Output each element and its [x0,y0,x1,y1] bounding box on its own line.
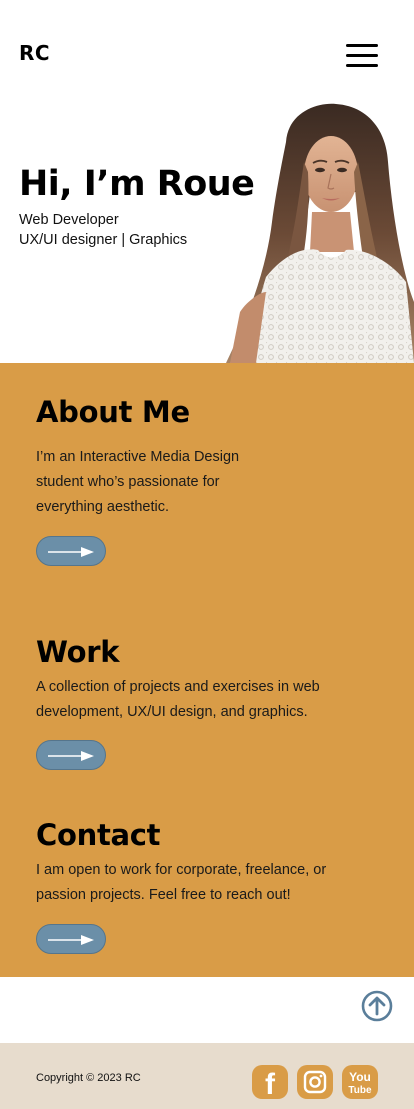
hero-subtitle: Web Developer UX/UI designer | Graphics [19,210,187,250]
youtube-text-bottom: Tube [348,1085,372,1096]
arrow-right-icon [48,751,94,761]
instagram-icon[interactable] [297,1065,333,1099]
site-footer: Copyright © 2023 RC f You Tube [0,1043,414,1109]
main-content: About Me I’m an Interactive Media Design… [0,363,414,977]
arrow-up-circle-icon [361,990,393,1022]
hamburger-menu-icon[interactable] [346,44,378,68]
facebook-letter: f [265,1068,276,1099]
youtube-glyph: You Tube [348,1070,372,1096]
hero-subtitle-line: UX/UI designer | Graphics [19,232,188,248]
contact-arrow-button[interactable] [36,924,106,954]
arrow-right-icon [48,547,94,557]
work-text: A collection of projects and exercises i… [36,679,320,720]
contact-text: I am open to work for corporate, freelan… [36,862,327,903]
hero-section: Hi, I’m Roue Web Developer UX/UI designe… [0,100,414,363]
facebook-glyph: f [265,1068,276,1101]
copyright-text: Copyright © 2023 RC [36,1072,141,1084]
instagram-glyph [303,1070,327,1094]
facebook-icon[interactable]: f [252,1065,288,1101]
contact-section: Contact I am open to work for corporate,… [36,818,366,908]
work-title: Work [36,635,120,669]
menu-bar [346,54,378,57]
hero-subtitle-line: Web Developer [19,212,119,228]
work-arrow-button[interactable] [36,740,106,770]
back-to-top-button[interactable] [361,990,393,1022]
menu-bar [346,64,378,67]
menu-bar [346,44,378,47]
contact-title: Contact [36,818,161,852]
about-section: About Me I’m an Interactive Media Design… [36,395,276,520]
youtube-icon[interactable]: You Tube [342,1065,378,1099]
site-header: RC [0,0,414,110]
about-text: I’m an Interactive Media Design student … [36,449,240,515]
arrow-right-icon [48,935,94,945]
youtube-text-top: You [349,1070,371,1084]
portrait-photo [226,103,414,363]
hero-title: Hi, I’m Roue [19,164,255,204]
about-arrow-button[interactable] [36,536,106,566]
site-logo[interactable]: RC [19,41,50,65]
work-section: Work A collection of projects and exerci… [36,635,366,725]
about-title: About Me [36,395,190,429]
